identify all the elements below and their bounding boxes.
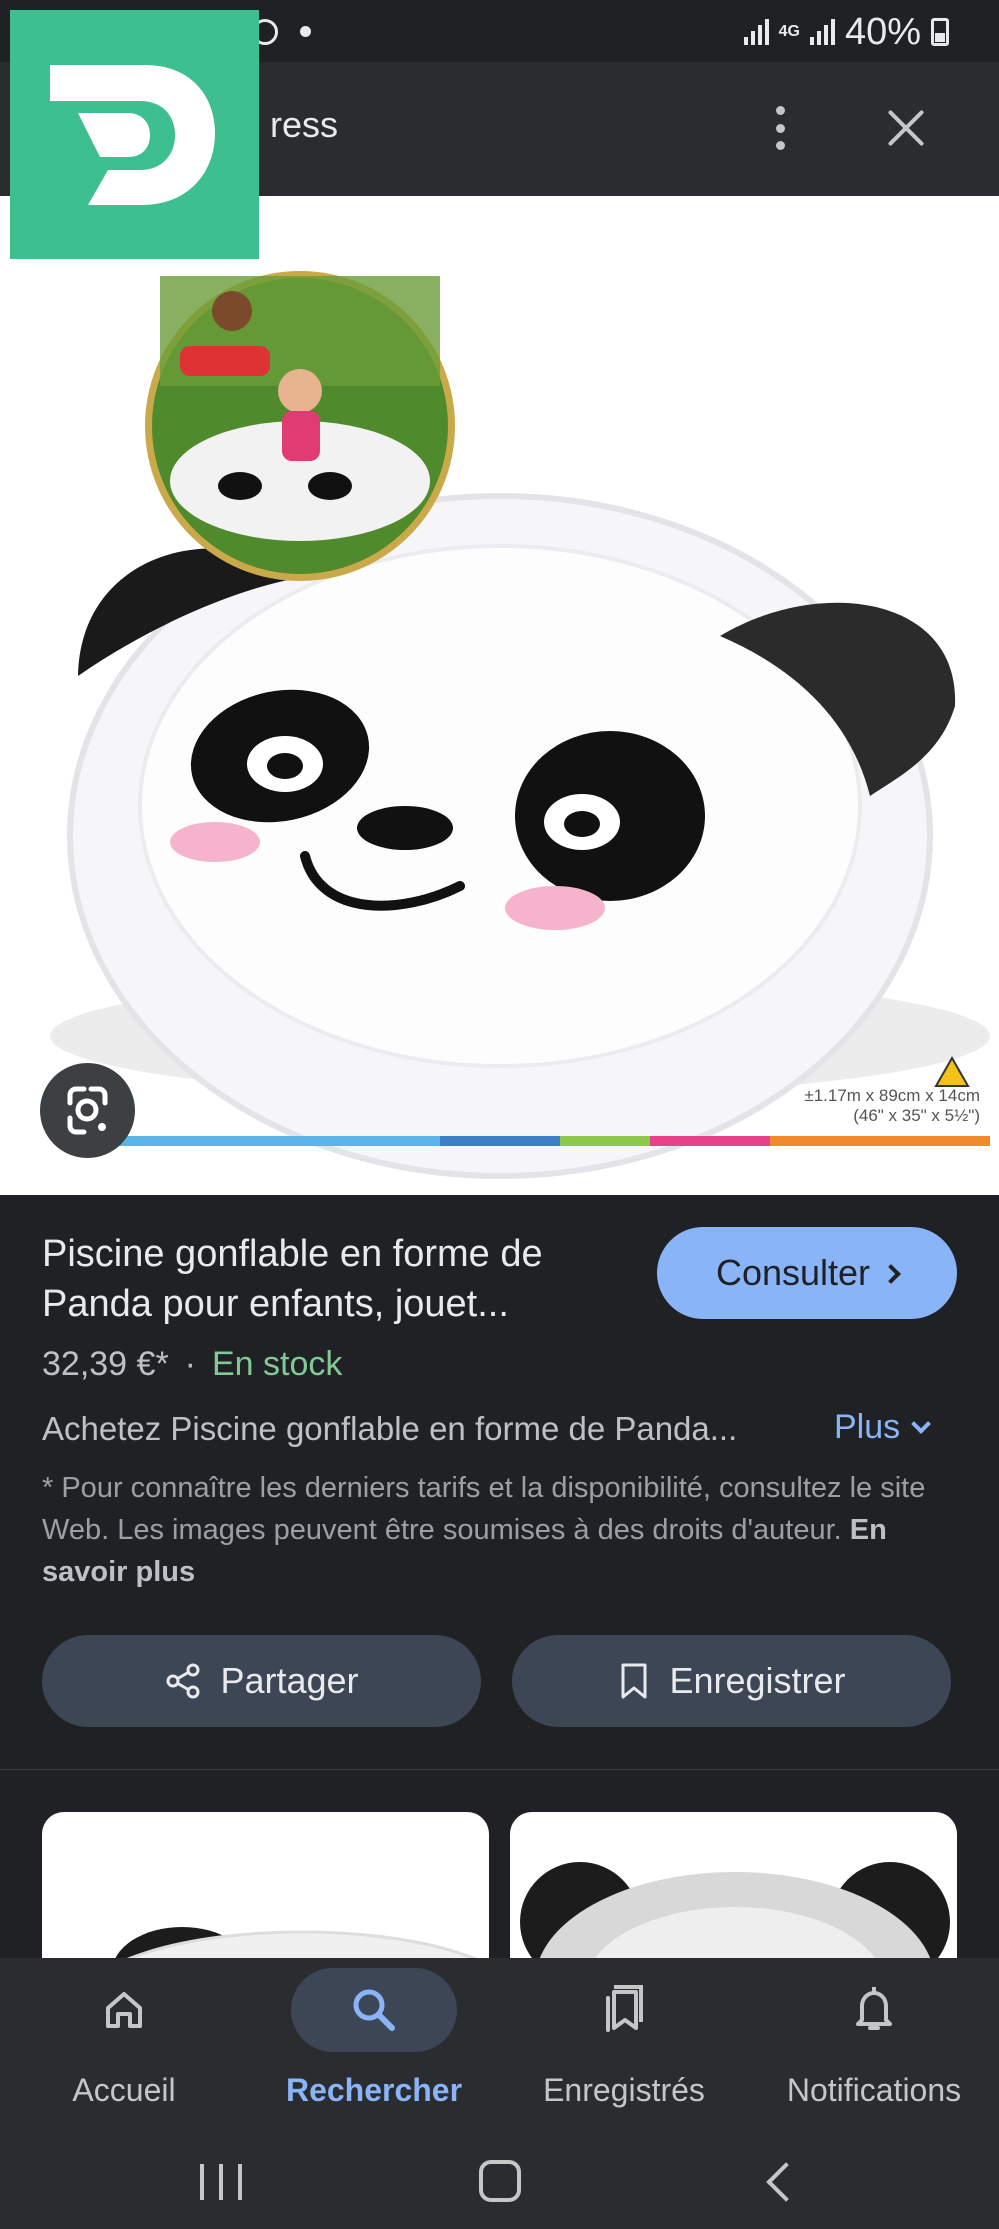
system-nav xyxy=(0,2128,999,2229)
site-name[interactable]: ress xyxy=(270,104,338,146)
d-logo-icon xyxy=(50,65,215,205)
related-card[interactable] xyxy=(510,1812,957,1960)
close-button[interactable] xyxy=(882,104,930,152)
network-type: 4G xyxy=(778,23,800,40)
bottom-nav: Accueil Rechercher Enregistrés Notificat… xyxy=(0,1958,999,2128)
related-image-2 xyxy=(520,1862,950,1960)
price-line: 32,39 €* · En stock xyxy=(42,1345,342,1384)
nav-item-enregistres[interactable]: Enregistrés xyxy=(504,1968,744,2128)
product-info: Piscine gonflable en forme de Panda pour… xyxy=(0,1195,999,1771)
app-logo xyxy=(10,10,259,259)
dimensions-line-1: ±1.17m x 89cm x 14cm xyxy=(804,1086,980,1105)
related-card[interactable] xyxy=(42,1812,489,1960)
product-image[interactable]: ±1.17m x 89cm x 14cm (46" x 35" x 5½") xyxy=(0,196,999,1195)
price: 32,39 €* xyxy=(42,1345,169,1383)
recent-apps-button[interactable] xyxy=(200,2164,242,2200)
stock-status: En stock xyxy=(212,1345,343,1383)
save-label: Enregistrer xyxy=(669,1660,846,1701)
home-button[interactable] xyxy=(479,2160,521,2202)
search-icon xyxy=(291,1968,457,2052)
disclaimer: * Pour connaître les derniers tarifs et … xyxy=(42,1467,962,1593)
product-title[interactable]: Piscine gonflable en forme de Panda pour… xyxy=(42,1229,642,1329)
home-icon xyxy=(41,1968,207,2052)
bell-icon xyxy=(791,1968,957,2052)
collections-icon xyxy=(541,1968,707,2052)
more-label: Plus xyxy=(834,1408,901,1446)
more-button[interactable]: Plus xyxy=(834,1408,932,1447)
signal-icon-2 xyxy=(809,19,835,45)
status-right: 4G 40% xyxy=(743,10,949,53)
product-description: Achetez Piscine gonflable en forme de Pa… xyxy=(42,1410,738,1447)
nav-item-accueil[interactable]: Accueil xyxy=(4,1968,244,2128)
battery-icon xyxy=(931,18,949,46)
related-image-1 xyxy=(114,1927,482,1960)
back-button[interactable] xyxy=(766,2162,806,2202)
lens-icon xyxy=(67,1086,108,1135)
nav-label-notifications: Notifications xyxy=(786,2072,962,2108)
panda-pool-image xyxy=(50,271,990,1179)
nav-label-enregistres: Enregistrés xyxy=(543,2072,705,2108)
signal-icon xyxy=(743,19,769,45)
bookmark-icon xyxy=(621,1663,647,1699)
battery-percent: 40% xyxy=(844,10,921,53)
nav-label-rechercher: Rechercher xyxy=(285,2072,463,2108)
chevron-down-icon xyxy=(911,1413,932,1434)
consult-button[interactable]: Consulter xyxy=(657,1227,957,1319)
chevron-right-icon xyxy=(881,1264,901,1284)
share-label: Partager xyxy=(220,1660,359,1701)
notification-dot-icon xyxy=(300,26,311,37)
consult-label: Consulter xyxy=(715,1252,871,1293)
dimensions-label: ±1.17m x 89cm x 14cm (46" x 35" x 5½") xyxy=(720,1086,980,1126)
dimensions-line-2: (46" x 35" x 5½") xyxy=(853,1106,980,1125)
nav-item-rechercher[interactable]: Rechercher xyxy=(254,1968,494,2128)
disclaimer-text: * Pour connaître les derniers tarifs et … xyxy=(42,1472,926,1546)
lens-button[interactable] xyxy=(40,1063,135,1158)
related-results xyxy=(0,1770,999,1960)
share-icon xyxy=(166,1663,200,1699)
nav-label-accueil: Accueil xyxy=(72,2072,176,2108)
save-button[interactable]: Enregistrer xyxy=(512,1635,951,1727)
more-options-icon[interactable] xyxy=(760,98,800,158)
nav-item-notifications[interactable]: Notifications xyxy=(754,1968,994,2128)
separator: · xyxy=(184,1345,196,1383)
share-button[interactable]: Partager xyxy=(42,1635,481,1727)
